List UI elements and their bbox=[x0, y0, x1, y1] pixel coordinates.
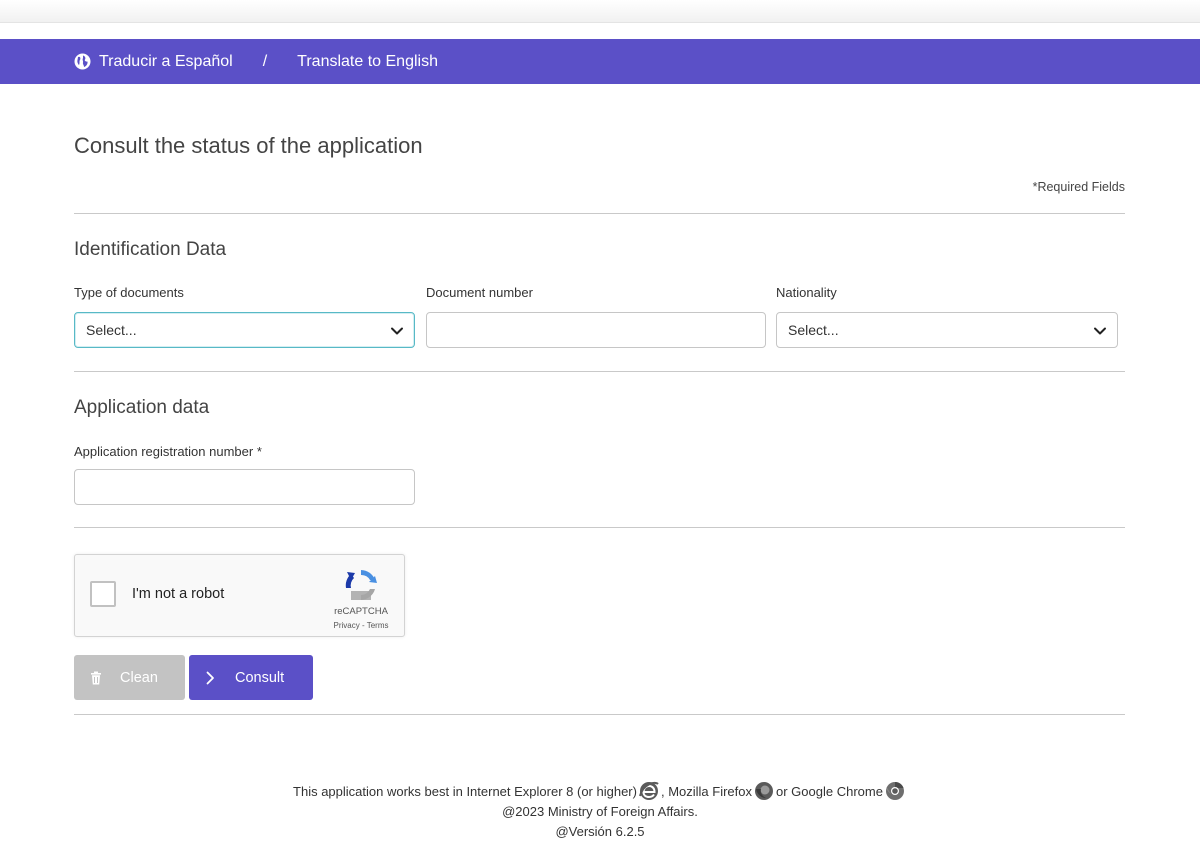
document-number-label: Document number bbox=[426, 285, 533, 300]
firefox-icon bbox=[753, 780, 775, 802]
browser-support-text-chrome: or Google Chrome bbox=[776, 783, 883, 799]
browser-top-strip bbox=[0, 0, 1200, 23]
chevron-down-icon bbox=[391, 327, 403, 335]
internet-explorer-icon bbox=[638, 780, 660, 802]
recaptcha-brand: reCAPTCHA bbox=[334, 606, 388, 617]
application-section-title: Application data bbox=[74, 397, 210, 418]
recaptcha-widget: I'm not a robot reCAPTCHA Privacy - Term… bbox=[74, 554, 405, 637]
page-title: Consult the status of the application bbox=[74, 133, 423, 158]
document-type-label: Type of documents bbox=[74, 285, 184, 300]
consult-button[interactable]: Consult bbox=[189, 655, 313, 700]
consult-button-label: Consult bbox=[235, 669, 285, 686]
divider bbox=[74, 371, 1125, 372]
browser-support-note: This application works best in Internet … bbox=[0, 780, 1200, 802]
copyright-text: @2023 Ministry of Foreign Affairs. bbox=[502, 804, 698, 819]
document-number-input[interactable] bbox=[426, 312, 766, 348]
document-type-select[interactable]: Select... bbox=[74, 312, 415, 348]
divider bbox=[74, 213, 1125, 214]
required-fields-note: *Required Fields bbox=[1032, 180, 1125, 194]
translate-english-link[interactable]: Translate to English bbox=[297, 53, 438, 71]
chevron-down-icon bbox=[1094, 327, 1106, 335]
divider bbox=[74, 714, 1125, 715]
clean-button[interactable]: Clean bbox=[74, 655, 185, 700]
recaptcha-checkbox[interactable] bbox=[90, 581, 116, 607]
recaptcha-logo-icon bbox=[345, 570, 377, 600]
registration-number-label: Application registration number * bbox=[74, 444, 262, 459]
chrome-icon bbox=[884, 780, 906, 802]
recaptcha-privacy-terms[interactable]: Privacy - Terms bbox=[325, 621, 397, 630]
registration-number-input[interactable] bbox=[74, 469, 415, 505]
divider bbox=[74, 527, 1125, 528]
recaptcha-label: I'm not a robot bbox=[132, 586, 225, 602]
version-text: @Versión 6.2.5 bbox=[555, 824, 645, 839]
identification-section-title: Identification Data bbox=[74, 239, 227, 260]
nationality-label: Nationality bbox=[776, 285, 837, 300]
footer: This application works best in Internet … bbox=[0, 780, 1200, 842]
document-type-selected-value: Select... bbox=[86, 322, 137, 338]
translate-spanish-link[interactable]: Traducir a Español bbox=[99, 53, 233, 71]
chevron-right-icon bbox=[203, 671, 217, 685]
trash-icon bbox=[89, 671, 103, 685]
nationality-select[interactable]: Select... bbox=[776, 312, 1118, 348]
clean-button-label: Clean bbox=[120, 669, 158, 686]
browser-support-text-firefox: , Mozilla Firefox bbox=[660, 783, 752, 799]
globe-icon bbox=[74, 53, 91, 70]
language-separator: / bbox=[262, 52, 268, 70]
nationality-selected-value: Select... bbox=[788, 322, 839, 338]
language-bar: Traducir a Español / Translate to Englis… bbox=[0, 39, 1200, 84]
browser-support-text-ie: This application works best in Internet … bbox=[293, 783, 637, 799]
